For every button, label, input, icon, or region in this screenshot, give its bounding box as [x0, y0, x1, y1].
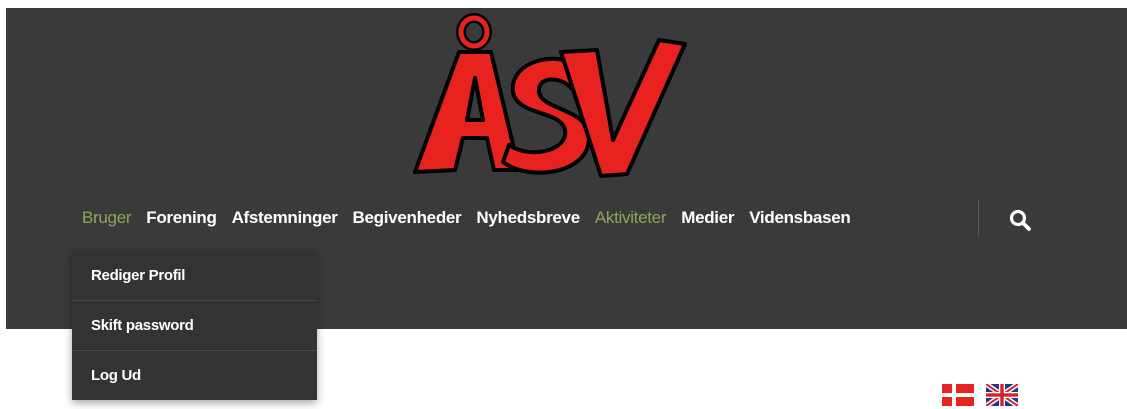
nav-item-vidensbasen[interactable]: Vidensbasen — [749, 208, 851, 228]
language-switcher — [942, 384, 1018, 406]
menu-item-rediger-profil[interactable]: Rediger Profil — [72, 251, 317, 301]
search-icon[interactable] — [1008, 208, 1032, 232]
user-dropdown-menu: Rediger Profil Skift password Log Ud — [72, 251, 317, 400]
uk-flag-icon[interactable] — [986, 384, 1018, 406]
logo-letter-a — [413, 50, 521, 174]
danish-flag-icon[interactable] — [942, 384, 974, 406]
nav-item-nyhedsbreve[interactable]: Nyhedsbreve — [476, 208, 580, 228]
main-navigation: Bruger Forening Afstemninger Begivenhede… — [82, 206, 865, 230]
nav-item-forening[interactable]: Forening — [146, 208, 217, 228]
nav-item-afstemninger[interactable]: Afstemninger — [232, 208, 338, 228]
nav-divider — [978, 199, 979, 237]
asv-logo[interactable] — [401, 10, 691, 186]
nav-item-aktiviteter[interactable]: Aktiviteter — [595, 208, 667, 228]
logo-ring — [456, 13, 492, 51]
menu-item-skift-password[interactable]: Skift password — [72, 301, 317, 351]
menu-item-log-ud[interactable]: Log Ud — [72, 351, 317, 400]
nav-item-begivenheder[interactable]: Begivenheder — [353, 208, 462, 228]
nav-item-medier[interactable]: Medier — [681, 208, 734, 228]
nav-item-bruger[interactable]: Bruger — [82, 208, 132, 228]
